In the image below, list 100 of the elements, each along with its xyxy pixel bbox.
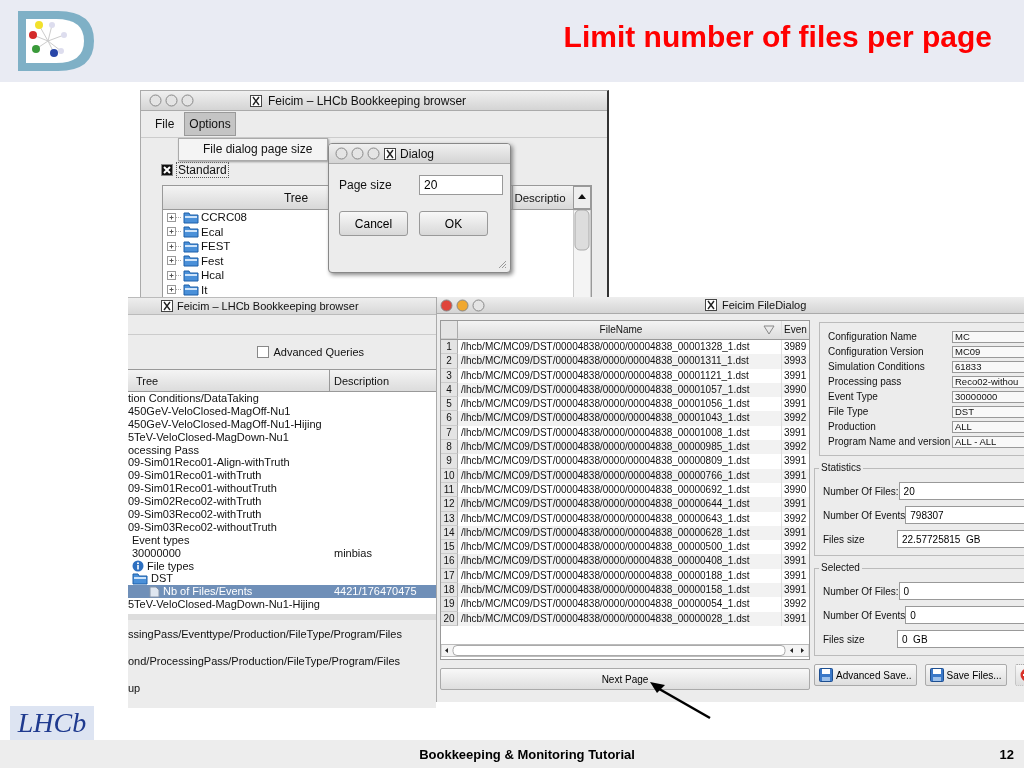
column-header[interactable]: Even bbox=[782, 321, 809, 339]
value-field: Reco02-withou bbox=[952, 375, 1024, 388]
column-header[interactable]: FileName bbox=[458, 321, 782, 339]
expand-icon[interactable] bbox=[167, 284, 181, 296]
dialog-button[interactable]: Cancel bbox=[339, 211, 408, 236]
table-cell-text: 3992 bbox=[783, 597, 808, 612]
tree-item[interactable]: It bbox=[201, 283, 208, 296]
tree-item[interactable]: FEST bbox=[201, 240, 231, 253]
x11-icon bbox=[384, 147, 396, 160]
page-number: 12 bbox=[999, 746, 1014, 762]
table-cell-text: 3991 bbox=[783, 611, 808, 626]
window-control-icon bbox=[456, 298, 469, 312]
row-number: 16 bbox=[441, 554, 458, 569]
info-icon bbox=[132, 560, 144, 572]
table-cell-text: 3991 bbox=[783, 497, 808, 512]
tree-item[interactable]: DST bbox=[151, 572, 173, 586]
row-header-corner bbox=[441, 321, 458, 339]
next-page-button[interactable]: Next Page bbox=[440, 668, 810, 690]
tree-item[interactable]: File types bbox=[147, 559, 195, 573]
folder-icon bbox=[183, 210, 199, 224]
column-header[interactable]: Tree bbox=[128, 370, 330, 391]
table-cell: /lhcb/MC/MC09/DST/00004838/0000/00004838_00000644_1.dst bbox=[458, 497, 782, 512]
tree-item[interactable]: Event types bbox=[132, 533, 190, 547]
folder-icon bbox=[183, 268, 199, 282]
checkbox[interactable] bbox=[256, 346, 269, 358]
tree-item[interactable]: ocessing Pass bbox=[128, 443, 199, 457]
table-cell-text: 3991 bbox=[783, 554, 808, 569]
window-control-icon bbox=[181, 94, 194, 107]
value-field: ALL - ALL bbox=[952, 435, 1024, 448]
group-title: Statistics bbox=[819, 462, 863, 473]
expand-icon[interactable] bbox=[167, 226, 181, 238]
x11-icon bbox=[705, 299, 717, 311]
tree-item[interactable]: 450GeV-VeloClosed-MagOff-Nu1 bbox=[128, 404, 291, 418]
expand-icon[interactable] bbox=[167, 240, 181, 252]
save-button[interactable]: Save Files... bbox=[924, 664, 1007, 686]
field-label: Files size bbox=[823, 633, 866, 645]
expand-icon[interactable] bbox=[167, 255, 181, 267]
table-cell-text: 3991 bbox=[783, 368, 808, 383]
input-field[interactable]: 20 bbox=[898, 482, 1024, 500]
value-field: MC09 bbox=[952, 345, 1024, 358]
tree-item[interactable]: 30000000 bbox=[132, 546, 181, 560]
group-title: Selected bbox=[819, 562, 862, 573]
input-field[interactable]: 22.57725815 GB bbox=[897, 530, 1024, 548]
window-control-icon bbox=[351, 147, 364, 160]
field-label: Number Of Files: bbox=[823, 585, 899, 597]
column-header[interactable]: Descriptio bbox=[513, 186, 573, 209]
tree-item[interactable]: 5TeV-VeloClosed-MagDown-Nu1 bbox=[128, 430, 289, 444]
table-cell: /lhcb/MC/MC09/DST/00004838/0000/00004838_00001043_1.dst bbox=[458, 411, 782, 426]
field-label: Program Name and version bbox=[828, 436, 952, 447]
tree-item[interactable]: 09-Sim01Reco01-withoutTruth bbox=[128, 482, 277, 496]
row-number: 19 bbox=[441, 597, 458, 612]
description-cell: minbias bbox=[334, 546, 372, 560]
window-title: Feicim – LHCb Bookkeeping browser bbox=[268, 93, 467, 108]
table-cell: /lhcb/MC/MC09/DST/00004838/0000/00004838_00001121_1.dst bbox=[458, 368, 782, 383]
field-label: Number Of Events bbox=[823, 509, 906, 521]
table-cell-text: 3991 bbox=[783, 425, 808, 440]
input-field[interactable]: 0 GB bbox=[897, 630, 1024, 648]
value-field: MC bbox=[952, 330, 1024, 343]
field-label: Configuration Version bbox=[828, 346, 925, 357]
tree-item[interactable]: 09-Sim03Reco02-withoutTruth bbox=[128, 520, 277, 534]
input-field[interactable]: 798307 bbox=[905, 506, 1024, 524]
input-field[interactable]: 0 bbox=[898, 582, 1024, 600]
table-cell: /lhcb/MC/MC09/DST/00004838/0000/00004838_00000766_1.dst bbox=[458, 468, 782, 483]
value-field: 61833 bbox=[952, 360, 1024, 373]
dialog-button[interactable]: OK bbox=[419, 211, 488, 236]
menu-item[interactable]: File dialog page size bbox=[179, 139, 327, 160]
value-field: DST bbox=[952, 405, 1024, 418]
checkbox[interactable] bbox=[161, 164, 173, 176]
sort-icon bbox=[763, 325, 775, 335]
tree-item[interactable]: Ecal bbox=[201, 225, 224, 238]
tree-item[interactable]: 09-Sim03Reco02-withTruth bbox=[128, 508, 262, 521]
save-button[interactable]: Advanced Save.. bbox=[814, 664, 917, 686]
tree-item[interactable]: tion Conditions/DataTaking bbox=[128, 392, 259, 405]
window-control-icon bbox=[335, 147, 348, 160]
table-cell-text: 3992 bbox=[783, 440, 808, 455]
row-number: 1 bbox=[441, 340, 458, 355]
window-title: Feicim – LHCb Bookkeeping browser bbox=[177, 300, 359, 312]
expand-icon[interactable] bbox=[167, 269, 181, 281]
tree-item[interactable]: Fest bbox=[201, 254, 224, 267]
menu[interactable]: File bbox=[151, 113, 179, 135]
tree-item[interactable]: 09-Sim01Reco01-withTruth bbox=[128, 469, 262, 483]
menu[interactable]: Options bbox=[184, 112, 236, 136]
value-field: 30000000 bbox=[952, 390, 1024, 403]
row-number: 18 bbox=[441, 583, 458, 598]
tree-item[interactable]: 5TeV-VeloClosed-MagDown-Nu1-Hijing bbox=[128, 598, 320, 612]
input-field[interactable]: 20 bbox=[419, 175, 503, 195]
table-cell-text: 3991 bbox=[783, 525, 808, 540]
tree-item[interactable]: 09-Sim01Reco01-Align-withTruth bbox=[128, 456, 290, 470]
tree-item[interactable]: 450GeV-VeloClosed-MagOff-Nu1-Hijing bbox=[128, 417, 322, 431]
expand-icon[interactable] bbox=[167, 211, 181, 223]
input-field[interactable]: 0 bbox=[905, 606, 1024, 624]
description-cell: 4421/176470475 bbox=[334, 585, 417, 599]
folder-icon bbox=[183, 239, 199, 253]
table-cell: /lhcb/MC/MC09/DST/00004838/0000/00004838_00000628_1.dst bbox=[458, 525, 782, 541]
tree-item[interactable]: CCRC08 bbox=[201, 211, 247, 224]
row-number: 2 bbox=[441, 354, 458, 369]
tree-item[interactable]: 09-Sim02Reco02-withTruth bbox=[128, 495, 262, 509]
window-control-icon bbox=[149, 94, 162, 107]
column-header[interactable]: Description bbox=[330, 370, 436, 391]
tree-item[interactable]: Hcal bbox=[201, 269, 224, 282]
